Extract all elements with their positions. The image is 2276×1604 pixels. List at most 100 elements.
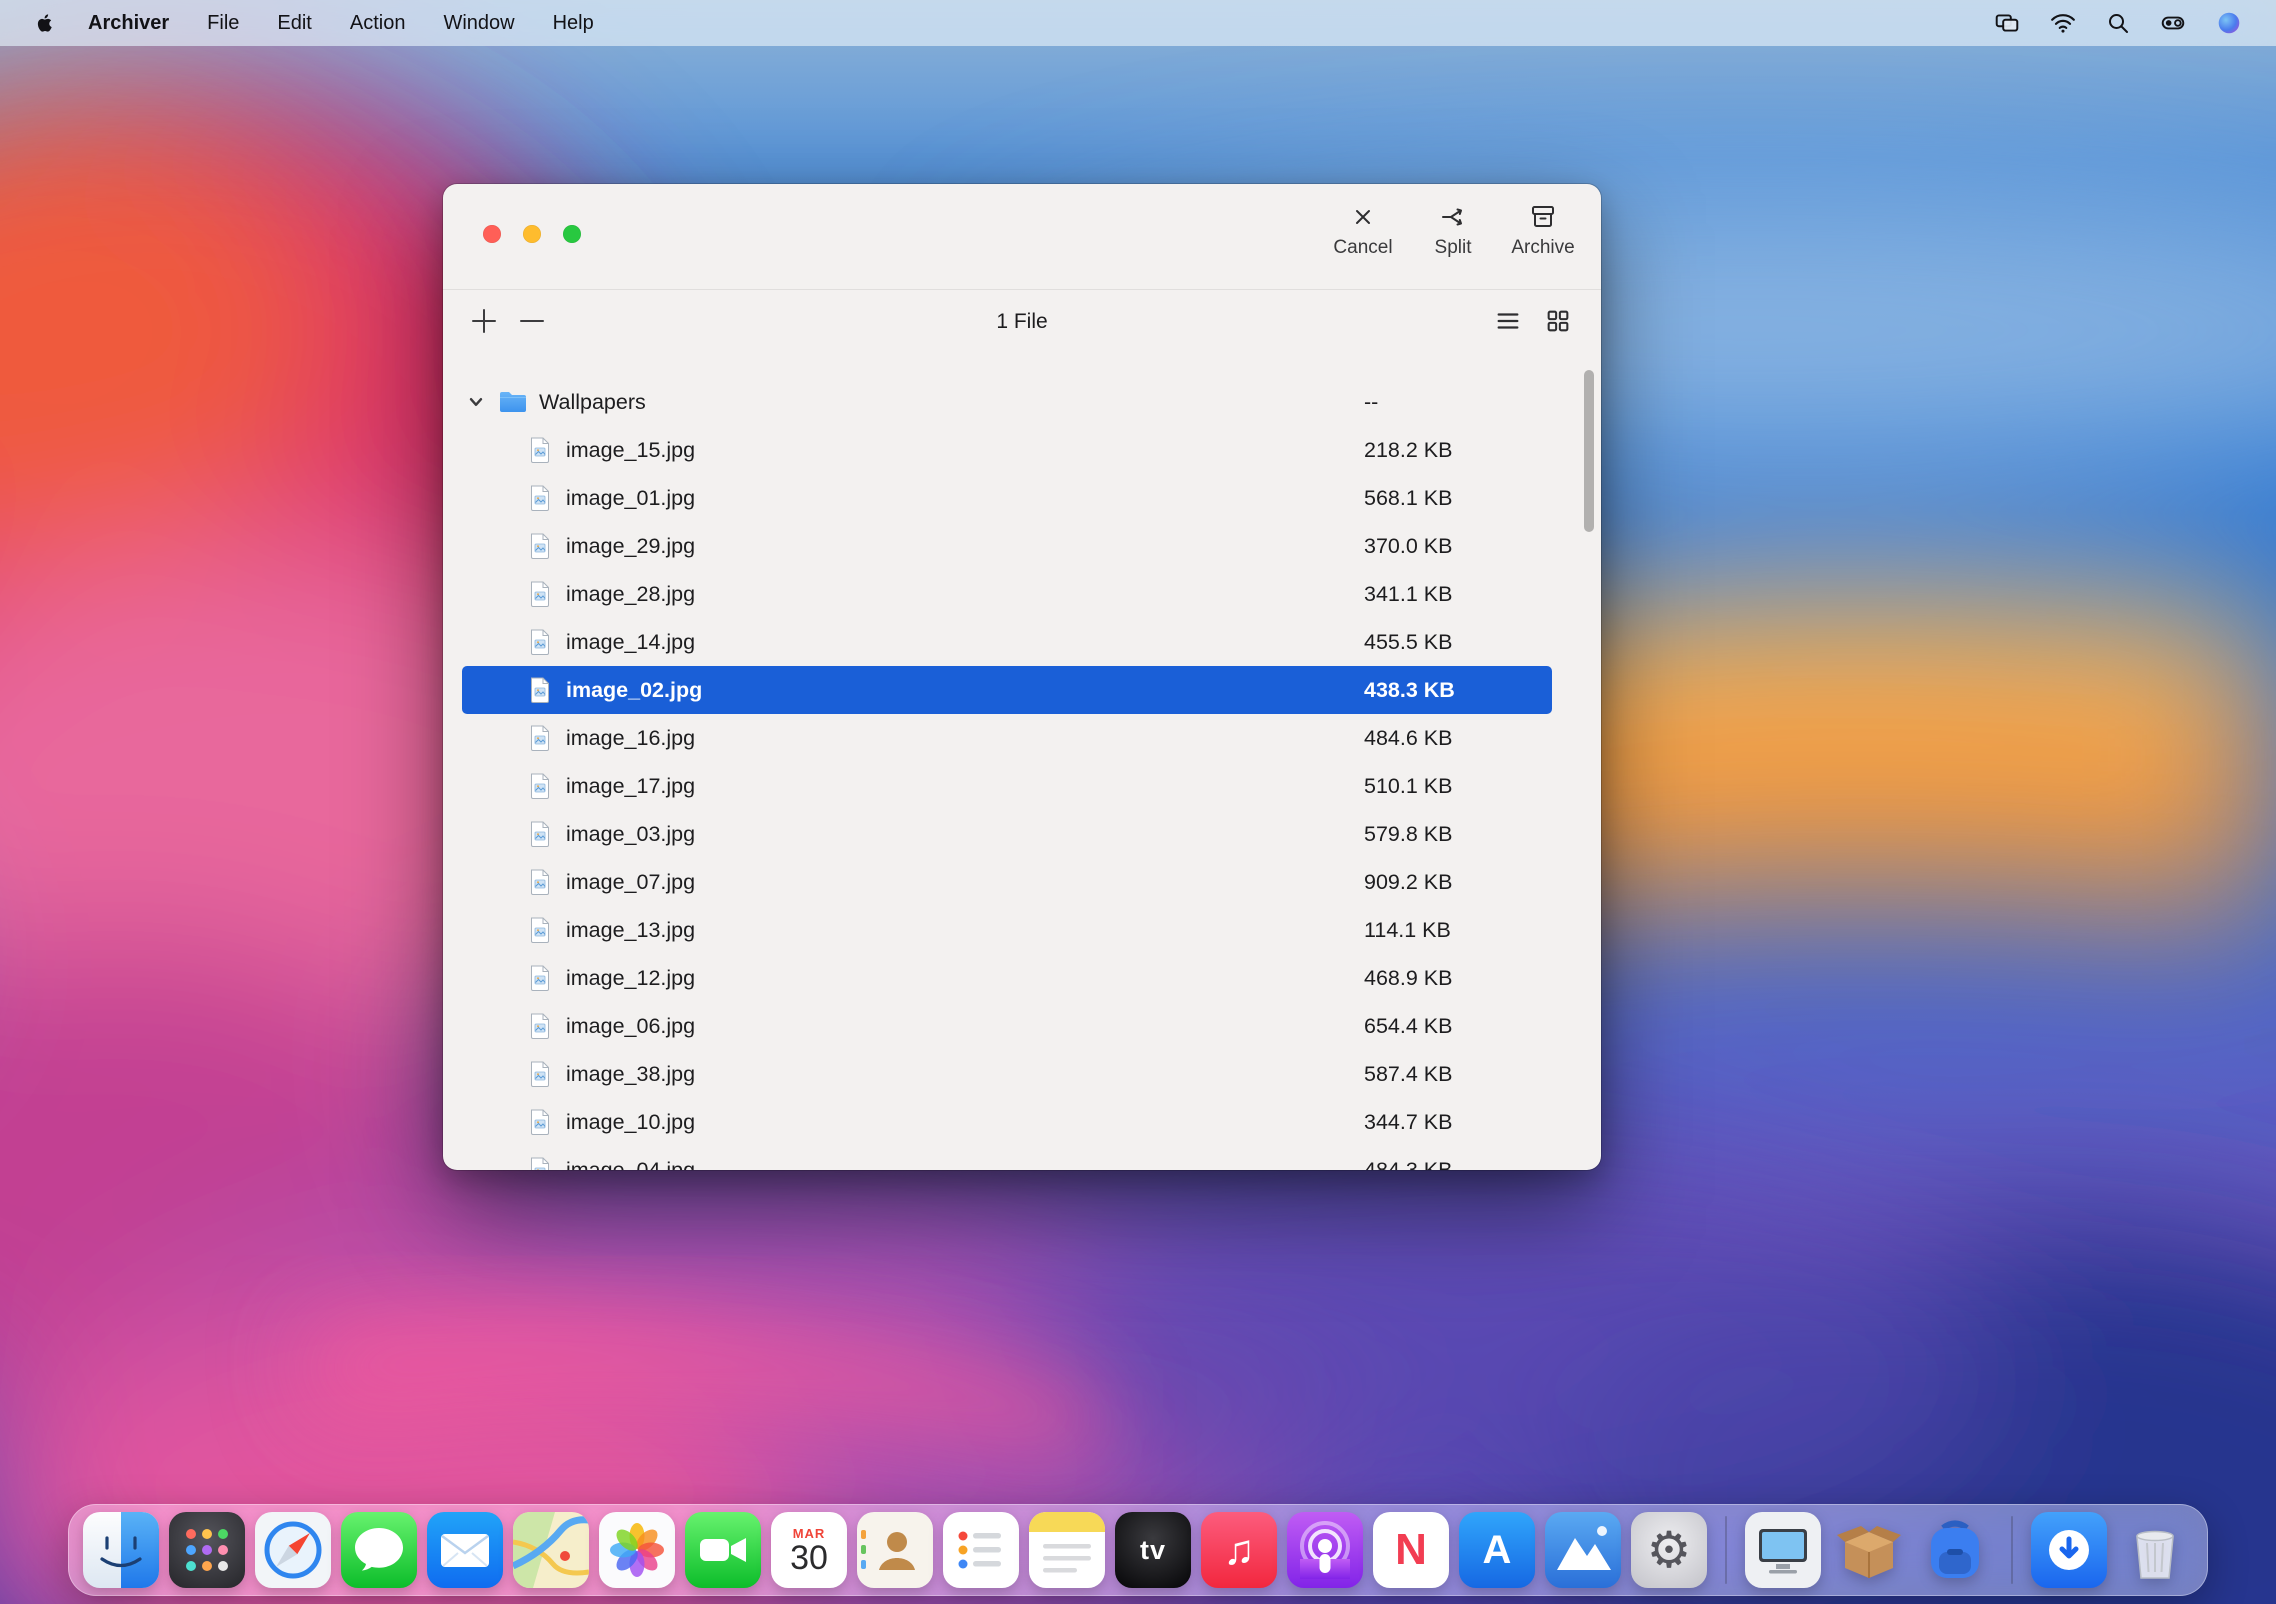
file-row[interactable]: image_04.jpg 484.3 KB xyxy=(443,1146,1601,1170)
minimize-button[interactable] xyxy=(523,225,541,243)
dock-tv-icon[interactable]: tv xyxy=(1115,1512,1191,1588)
dock-trash-icon[interactable] xyxy=(2117,1512,2193,1588)
menu-app-name[interactable]: Archiver xyxy=(88,12,169,35)
folder-row[interactable]: Wallpapers -- xyxy=(443,378,1601,426)
menu-help[interactable]: Help xyxy=(553,12,594,35)
file-row[interactable]: image_38.jpg 587.4 KB xyxy=(443,1050,1601,1098)
menu-bar: Archiver File Edit Action Window Help xyxy=(0,0,2276,46)
menu-file[interactable]: File xyxy=(207,12,239,35)
split-icon xyxy=(1438,202,1468,232)
file-row[interactable]: image_14.jpg 455.5 KB xyxy=(443,618,1601,666)
file-size: 468.9 KB xyxy=(1364,966,1452,991)
file-row[interactable]: image_29.jpg 370.0 KB xyxy=(443,522,1601,570)
archive-label: Archive xyxy=(1511,237,1574,259)
file-row[interactable]: image_01.jpg 568.1 KB xyxy=(443,474,1601,522)
cancel-button[interactable]: Cancel xyxy=(1329,202,1397,259)
jpeg-file-icon xyxy=(529,485,551,511)
jpeg-file-icon xyxy=(529,581,551,607)
siri-icon[interactable] xyxy=(2216,10,2242,36)
apple-menu-icon[interactable] xyxy=(34,12,56,34)
archive-button[interactable]: Archive xyxy=(1509,202,1577,259)
dock-news-icon[interactable]: N xyxy=(1373,1512,1449,1588)
traffic-lights xyxy=(483,225,581,243)
dock-podcasts-icon[interactable] xyxy=(1287,1512,1363,1588)
close-button[interactable] xyxy=(483,225,501,243)
file-list-body: Wallpapers -- image_15.jpg 218.2 KB xyxy=(443,378,1601,1170)
search-icon[interactable] xyxy=(2106,11,2130,35)
list-view-button[interactable] xyxy=(1493,306,1523,336)
dock-maps-icon[interactable] xyxy=(513,1512,589,1588)
jpeg-file-icon xyxy=(529,917,551,943)
dock-backpack-app-icon[interactable] xyxy=(1917,1512,1993,1588)
dock-finder-icon[interactable] xyxy=(83,1512,159,1588)
jpeg-file-icon xyxy=(529,1157,551,1170)
menu-window[interactable]: Window xyxy=(443,12,514,35)
dock-notes-icon[interactable] xyxy=(1029,1512,1105,1588)
file-name: image_02.jpg xyxy=(566,678,702,703)
zoom-button[interactable] xyxy=(563,225,581,243)
jpeg-file-icon xyxy=(529,1061,551,1087)
folder-name: Wallpapers xyxy=(539,390,646,415)
jpeg-file-icon xyxy=(529,629,551,655)
file-row[interactable]: image_06.jpg 654.4 KB xyxy=(443,1002,1601,1050)
file-name: image_17.jpg xyxy=(566,774,695,799)
jpeg-file-icon xyxy=(529,1013,551,1039)
dock-photos-icon[interactable] xyxy=(599,1512,675,1588)
dock-contacts-icon[interactable] xyxy=(857,1512,933,1588)
dock-downloads-icon[interactable] xyxy=(2031,1512,2107,1588)
file-size: 654.4 KB xyxy=(1364,1014,1452,1039)
menu-edit[interactable]: Edit xyxy=(277,12,311,35)
menu-action[interactable]: Action xyxy=(350,12,406,35)
dock-system-preferences-icon[interactable]: ⚙ xyxy=(1631,1512,1707,1588)
dock-reminders-icon[interactable] xyxy=(943,1512,1019,1588)
archiver-window: Cancel Split xyxy=(443,184,1601,1170)
file-row[interactable]: image_15.jpg 218.2 KB xyxy=(443,426,1601,474)
displays-icon[interactable] xyxy=(1994,10,2020,36)
file-name: image_28.jpg xyxy=(566,582,695,607)
file-size: 218.2 KB xyxy=(1364,438,1452,463)
file-name: image_10.jpg xyxy=(566,1110,695,1135)
dock-facetime-icon[interactable] xyxy=(685,1512,761,1588)
file-row[interactable]: image_17.jpg 510.1 KB xyxy=(443,762,1601,810)
control-center-icon[interactable] xyxy=(2160,10,2186,36)
scrollbar-thumb[interactable] xyxy=(1584,370,1594,532)
file-size: 370.0 KB xyxy=(1364,534,1452,559)
calendar-day: 30 xyxy=(790,1541,828,1577)
tv-glyph: tv xyxy=(1140,1535,1166,1566)
dock-launchpad-icon[interactable] xyxy=(169,1512,245,1588)
jpeg-file-icon xyxy=(529,533,551,559)
dock-music-icon[interactable]: ♫ xyxy=(1201,1512,1277,1588)
file-row[interactable]: image_07.jpg 909.2 KB xyxy=(443,858,1601,906)
jpeg-file-icon xyxy=(529,437,551,463)
dock-mail-icon[interactable] xyxy=(427,1512,503,1588)
dock-messages-icon[interactable] xyxy=(341,1512,417,1588)
file-row[interactable]: image_12.jpg 468.9 KB xyxy=(443,954,1601,1002)
file-name: image_38.jpg xyxy=(566,1062,695,1087)
file-row[interactable]: image_10.jpg 344.7 KB xyxy=(443,1098,1601,1146)
file-row[interactable]: image_03.jpg 579.8 KB xyxy=(443,810,1601,858)
wifi-icon[interactable] xyxy=(2050,10,2076,36)
file-row[interactable]: image_28.jpg 341.1 KB xyxy=(443,570,1601,618)
file-name: image_15.jpg xyxy=(566,438,695,463)
file-name: image_04.jpg xyxy=(566,1158,695,1171)
dock-utility-app-icon[interactable] xyxy=(1745,1512,1821,1588)
jpeg-file-icon xyxy=(529,821,551,847)
file-name: image_12.jpg xyxy=(566,966,695,991)
file-size: 344.7 KB xyxy=(1364,1110,1452,1135)
file-size: 438.3 KB xyxy=(1364,678,1455,703)
dock-appstore-icon[interactable]: A xyxy=(1459,1512,1535,1588)
file-size: 909.2 KB xyxy=(1364,870,1452,895)
file-row[interactable]: image_13.jpg 114.1 KB xyxy=(443,906,1601,954)
dock-box-app-icon[interactable] xyxy=(1831,1512,1907,1588)
split-button[interactable]: Split xyxy=(1419,202,1487,259)
file-size: 510.1 KB xyxy=(1364,774,1452,799)
dock-archiver-app-icon[interactable] xyxy=(1545,1512,1621,1588)
grid-view-button[interactable] xyxy=(1543,306,1573,336)
dock-calendar-icon[interactable]: MAR 30 xyxy=(771,1512,847,1588)
jpeg-file-icon xyxy=(529,677,551,703)
dock-safari-icon[interactable] xyxy=(255,1512,331,1588)
file-row[interactable]: image_02.jpg 438.3 KB xyxy=(443,666,1601,714)
window-titlebar[interactable]: Cancel Split xyxy=(443,184,1601,290)
disclosure-chevron-icon[interactable] xyxy=(466,392,486,412)
file-row[interactable]: image_16.jpg 484.6 KB xyxy=(443,714,1601,762)
